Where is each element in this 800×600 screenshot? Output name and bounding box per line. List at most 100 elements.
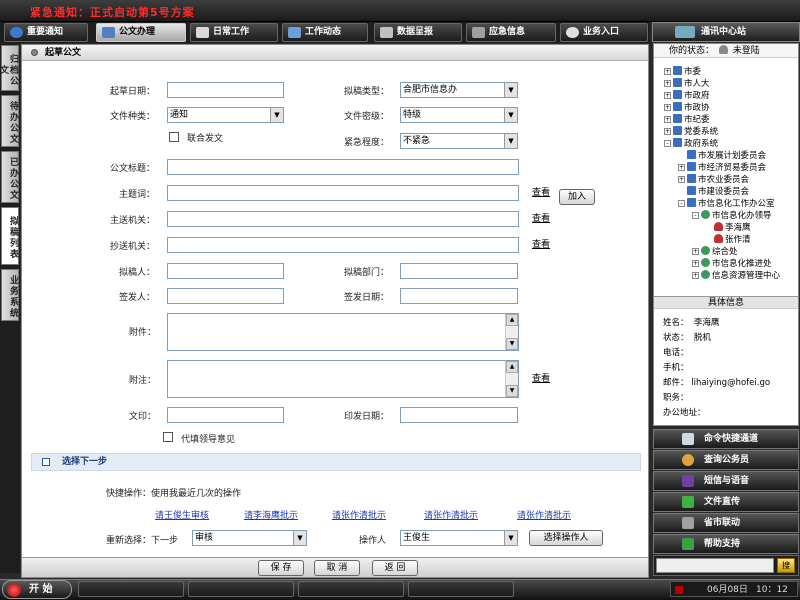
scrollbar[interactable]: ▲ ▼ bbox=[505, 314, 518, 350]
tab-data-report[interactable]: 数据呈报 bbox=[374, 23, 462, 42]
tree-node[interactable]: - 政府系统 bbox=[664, 138, 718, 150]
tree-node[interactable]: + 市委 bbox=[664, 66, 701, 78]
tree-node[interactable]: + 市经济贸易委员会 bbox=[678, 162, 766, 174]
help-book-icon bbox=[682, 538, 694, 550]
main-recipient-look-link[interactable]: 查看 bbox=[532, 211, 550, 224]
taskbar-slot[interactable] bbox=[188, 581, 294, 597]
expand-icon[interactable]: + bbox=[692, 248, 699, 255]
tab-emergency-info[interactable]: 应急信息 bbox=[466, 23, 556, 42]
back-button[interactable]: 返 回 bbox=[372, 560, 418, 576]
tree-node[interactable]: + 综合处 bbox=[692, 246, 738, 258]
cc-look-link[interactable]: 查看 bbox=[532, 237, 550, 250]
tab-important-notice[interactable]: 重要通知 bbox=[4, 23, 88, 42]
print-date-input[interactable] bbox=[400, 407, 518, 423]
drafter-input[interactable] bbox=[167, 263, 284, 279]
draft-date-input[interactable] bbox=[167, 82, 284, 98]
operator-select[interactable]: 王俊生 ▼ bbox=[400, 530, 518, 546]
scroll-up-icon[interactable]: ▲ bbox=[506, 314, 518, 326]
tree-node[interactable]: 市建设委员会 bbox=[687, 186, 749, 198]
subject-input[interactable] bbox=[167, 159, 519, 175]
signer-input[interactable] bbox=[167, 288, 284, 304]
tree-node[interactable]: 市发展计划委员会 bbox=[687, 150, 766, 162]
province-city-link-button[interactable]: 省市联动 bbox=[653, 513, 799, 533]
joint-issue-checkbox[interactable] bbox=[169, 132, 179, 142]
cc-input[interactable] bbox=[167, 237, 519, 253]
expand-icon[interactable]: + bbox=[692, 272, 699, 279]
quick-link[interactable]: 请张作清批示 bbox=[332, 508, 386, 521]
urgency-select[interactable]: 不紧急 ▼ bbox=[400, 133, 518, 149]
quick-link[interactable]: 请张作清批示 bbox=[424, 508, 478, 521]
side-tab-done[interactable]: 已办公文 bbox=[1, 151, 19, 203]
tree-node[interactable]: + 信息资源管理中心 bbox=[692, 270, 780, 282]
tree-node[interactable]: 李海鹰 bbox=[714, 222, 751, 234]
tab-document-processing[interactable]: 公文办理 bbox=[96, 23, 186, 42]
cancel-button[interactable]: 取 消 bbox=[314, 560, 360, 576]
tab-business-entry[interactable]: 业务入口 bbox=[560, 23, 648, 42]
file-transfer-button[interactable]: 文件直传 bbox=[653, 492, 799, 512]
collapse-icon[interactable]: - bbox=[664, 140, 671, 147]
sms-voice-button[interactable]: 短信与语音 bbox=[653, 471, 799, 491]
tree-node[interactable]: + 市政府 bbox=[664, 90, 710, 102]
expand-icon[interactable]: + bbox=[664, 92, 671, 99]
search-input[interactable] bbox=[656, 558, 774, 573]
leader-opinion-checkbox[interactable] bbox=[163, 432, 173, 442]
tree-node[interactable]: 张作清 bbox=[714, 234, 751, 246]
save-button[interactable]: 保 存 bbox=[258, 560, 304, 576]
side-tab-archived[interactable]: 归档公文 bbox=[0, 45, 19, 91]
quick-link[interactable]: 请张作清批示 bbox=[517, 508, 571, 521]
tree-node[interactable]: + 市人大 bbox=[664, 78, 710, 90]
scroll-down-icon[interactable]: ▼ bbox=[506, 385, 518, 397]
taskbar-slot[interactable] bbox=[408, 581, 514, 597]
tree-node[interactable]: + 市信息化推进处 bbox=[692, 258, 772, 270]
quick-link[interactable]: 请王俊生审核 bbox=[155, 508, 209, 521]
taskbar-slot[interactable] bbox=[298, 581, 404, 597]
expand-icon[interactable]: + bbox=[664, 68, 671, 75]
expand-icon[interactable]: + bbox=[664, 128, 671, 135]
side-tab-draft-list[interactable]: 拟稿列表 bbox=[1, 207, 19, 265]
add-button[interactable]: 加入 bbox=[559, 189, 595, 205]
choose-operator-button[interactable]: 选择操作人 bbox=[529, 530, 603, 546]
attachment-textarea[interactable]: ▲ ▼ bbox=[167, 313, 519, 351]
scroll-up-icon[interactable]: ▲ bbox=[506, 361, 518, 373]
main-recipient-input[interactable] bbox=[167, 211, 519, 227]
expand-icon[interactable]: + bbox=[664, 116, 671, 123]
start-button[interactable]: 开 始 bbox=[2, 580, 72, 599]
sign-date-input[interactable] bbox=[400, 288, 518, 304]
expand-icon[interactable]: + bbox=[664, 104, 671, 111]
draft-type-select[interactable]: 合肥市信息办 ▼ bbox=[400, 82, 518, 98]
command-shortcut-button[interactable]: 命令快捷通道 bbox=[653, 429, 799, 449]
tree-node[interactable]: - 市信息化工作办公室 bbox=[678, 198, 775, 210]
collapse-icon[interactable]: - bbox=[678, 200, 685, 207]
tree-node[interactable]: + 市纪委 bbox=[664, 114, 710, 126]
remark-look-link[interactable]: 查看 bbox=[532, 371, 550, 384]
side-tab-pending[interactable]: 待办公文 bbox=[1, 95, 19, 147]
quick-link[interactable]: 请李海鹰批示 bbox=[244, 508, 298, 521]
query-officials-button[interactable]: 查询公务员 bbox=[653, 450, 799, 470]
keywords-input[interactable] bbox=[167, 185, 519, 201]
tree-node[interactable]: + 市政协 bbox=[664, 102, 710, 114]
scrollbar[interactable]: ▲ ▼ bbox=[505, 361, 518, 397]
tab-work-news[interactable]: 工作动态 bbox=[282, 23, 368, 42]
draft-dept-input[interactable] bbox=[400, 263, 518, 279]
scroll-down-icon[interactable]: ▼ bbox=[506, 338, 518, 350]
expand-icon[interactable]: + bbox=[678, 176, 685, 183]
tree-node[interactable]: - 市信息化办领导 bbox=[692, 210, 772, 222]
doc-type-select[interactable]: 通知 ▼ bbox=[167, 107, 284, 123]
remark-textarea[interactable]: ▲ ▼ bbox=[167, 360, 519, 398]
expand-icon[interactable]: + bbox=[664, 80, 671, 87]
search-button[interactable]: 搜 bbox=[777, 558, 795, 573]
tree-node[interactable]: + 市农业委员会 bbox=[678, 174, 749, 186]
print-input[interactable] bbox=[167, 407, 284, 423]
expand-icon[interactable]: + bbox=[692, 260, 699, 267]
status-value[interactable]: 未登陆 bbox=[733, 46, 760, 56]
side-tab-business-system[interactable]: 业务系统 bbox=[1, 269, 19, 321]
secrecy-select[interactable]: 特级 ▼ bbox=[400, 107, 518, 123]
tree-node[interactable]: + 党委系统 bbox=[664, 126, 718, 138]
expand-icon[interactable]: + bbox=[678, 164, 685, 171]
help-support-button[interactable]: 帮助支持 bbox=[653, 534, 799, 554]
keywords-look-link[interactable]: 查看 bbox=[532, 185, 550, 198]
next-step-select[interactable]: 审核 ▼ bbox=[192, 530, 307, 546]
collapse-icon[interactable]: - bbox=[692, 212, 699, 219]
tab-daily-work[interactable]: 日常工作 bbox=[190, 23, 278, 42]
taskbar-slot[interactable] bbox=[78, 581, 184, 597]
